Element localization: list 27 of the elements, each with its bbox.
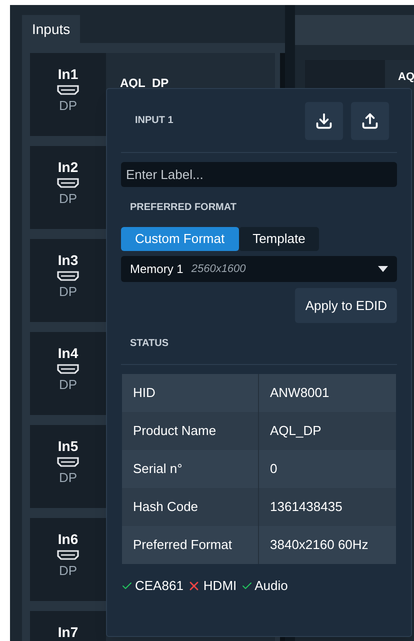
- table-cell-text: 3840x2160 60Hz: [269, 536, 370, 554]
- input-label: In7: [58, 624, 78, 640]
- input-label: In2: [58, 159, 78, 175]
- flag-label: Audio: [254, 577, 288, 595]
- popup-title: INPUT 1: [135, 114, 174, 128]
- input-type: DP: [58, 377, 78, 392]
- input-label: In4: [58, 345, 78, 361]
- section-heading: STATUS: [130, 337, 169, 351]
- table-cell-text: 0: [269, 460, 278, 478]
- input-label: In5: [58, 438, 78, 454]
- input-type: DP: [58, 191, 78, 206]
- flag-label: CEA861: [135, 577, 184, 595]
- input-type: DP: [58, 98, 78, 113]
- flag-label: HDMI: [203, 577, 237, 595]
- input-label: In1: [58, 66, 78, 82]
- input-name: AQL_DP: [120, 76, 169, 90]
- input-type: DP: [58, 470, 78, 485]
- table-cell: Preferred Format: [122, 526, 259, 564]
- input-label: In6: [58, 531, 78, 547]
- section-heading: PREFERRED FORMAT: [130, 201, 238, 215]
- output-name: AQ: [398, 71, 414, 83]
- table-cell-text: AQL_DP: [269, 422, 322, 440]
- table-cell-text: 1361438435: [269, 498, 344, 516]
- input-type: DP: [58, 563, 78, 578]
- input-label: In3: [58, 252, 78, 268]
- input-type: DP: [58, 284, 78, 299]
- table-cell-text: ANW8001: [269, 384, 330, 402]
